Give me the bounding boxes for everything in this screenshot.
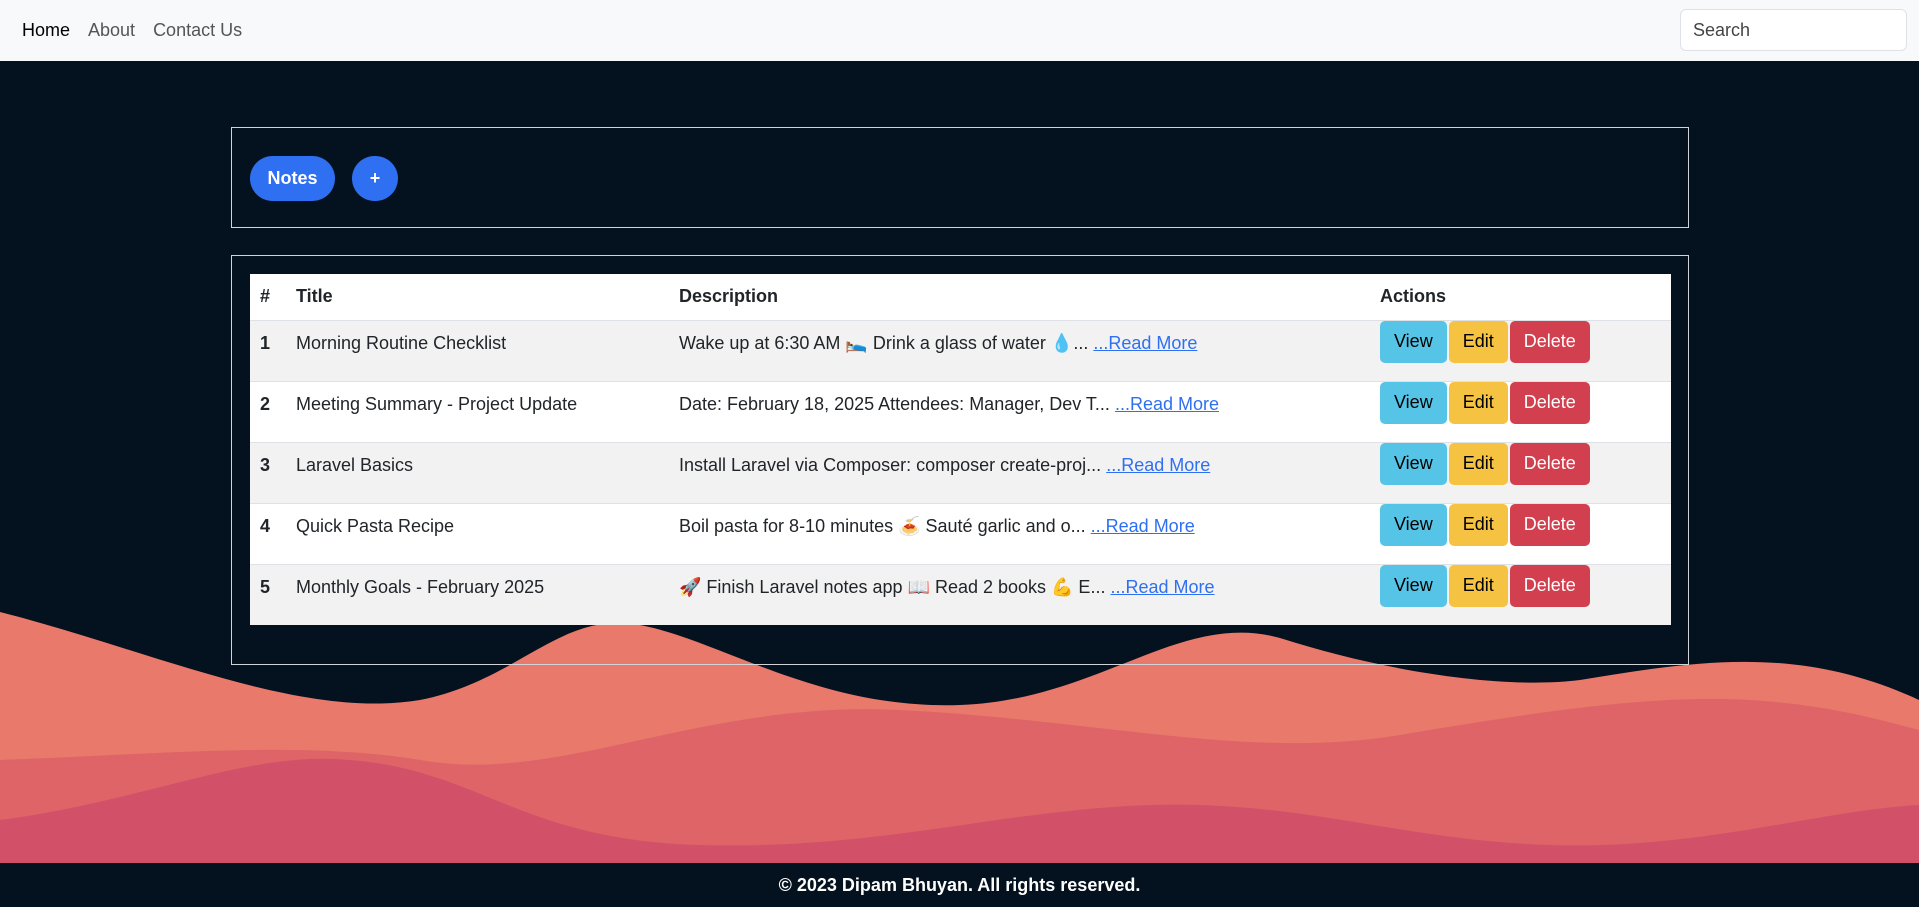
navbar: Home About Contact Us <box>0 0 1919 61</box>
table-row: 2 Meeting Summary - Project Update Date:… <box>250 381 1671 443</box>
row-actions: View Edit Delete <box>1370 442 1671 504</box>
view-button[interactable]: View <box>1380 503 1447 546</box>
notes-table-panel: # Title Description Actions 1 Morning Ro… <box>231 255 1689 665</box>
search-input[interactable] <box>1680 9 1907 51</box>
edit-button[interactable]: Edit <box>1448 442 1508 485</box>
row-number: 3 <box>250 442 286 504</box>
table-row: 3 Laravel Basics Install Laravel via Com… <box>250 442 1671 504</box>
row-actions: View Edit Delete <box>1370 564 1671 625</box>
note-description-cell: 🚀 Finish Laravel notes app 📖 Read 2 book… <box>669 564 1370 625</box>
row-number: 1 <box>250 320 286 382</box>
read-more-link[interactable]: ...Read More <box>1110 577 1214 597</box>
note-description-cell: Install Laravel via Composer: composer c… <box>669 442 1370 504</box>
note-description: Install Laravel via Composer: composer c… <box>679 454 1102 475</box>
note-description: Boil pasta for 8-10 minutes 🍝 Sauté garl… <box>679 515 1086 536</box>
row-actions: View Edit Delete <box>1370 320 1671 382</box>
view-button[interactable]: View <box>1380 381 1447 424</box>
read-more-link[interactable]: ...Read More <box>1115 394 1219 414</box>
delete-button[interactable]: Delete <box>1509 442 1590 485</box>
table-header-row: # Title Description Actions <box>250 274 1671 321</box>
row-number: 4 <box>250 503 286 565</box>
note-title: Quick Pasta Recipe <box>286 503 669 565</box>
copyright-text: © 2023 Dipam Bhuyan. All rights reserved… <box>778 874 1141 895</box>
note-description-cell: Date: February 18, 2025 Attendees: Manag… <box>669 381 1370 443</box>
read-more-link[interactable]: ...Read More <box>1106 455 1210 475</box>
note-description: 🚀 Finish Laravel notes app 📖 Read 2 book… <box>679 576 1106 597</box>
note-title: Meeting Summary - Project Update <box>286 381 669 443</box>
note-title: Monthly Goals - February 2025 <box>286 564 669 625</box>
view-button[interactable]: View <box>1380 320 1447 363</box>
delete-button[interactable]: Delete <box>1509 320 1590 363</box>
note-description: Wake up at 6:30 AM 🛌 Drink a glass of wa… <box>679 332 1089 353</box>
column-header-description: Description <box>669 274 1370 321</box>
table-row: 4 Quick Pasta Recipe Boil pasta for 8-10… <box>250 503 1671 565</box>
edit-button[interactable]: Edit <box>1448 320 1508 363</box>
edit-button[interactable]: Edit <box>1448 381 1508 424</box>
table-row: 5 Monthly Goals - February 2025 🚀 Finish… <box>250 564 1671 625</box>
notes-toolbar-panel: Notes + <box>231 127 1689 228</box>
row-number: 2 <box>250 381 286 443</box>
add-note-button[interactable]: + <box>352 156 398 201</box>
note-description-cell: Boil pasta for 8-10 minutes 🍝 Sauté garl… <box>669 503 1370 565</box>
delete-button[interactable]: Delete <box>1509 381 1590 424</box>
row-actions: View Edit Delete <box>1370 381 1671 443</box>
edit-button[interactable]: Edit <box>1448 564 1508 607</box>
table-row: 1 Morning Routine Checklist Wake up at 6… <box>250 320 1671 382</box>
edit-button[interactable]: Edit <box>1448 503 1508 546</box>
row-number: 5 <box>250 564 286 625</box>
footer: © 2023 Dipam Bhuyan. All rights reserved… <box>0 863 1919 907</box>
column-header-title: Title <box>286 274 669 321</box>
note-title: Morning Routine Checklist <box>286 320 669 382</box>
notes-table: # Title Description Actions 1 Morning Ro… <box>250 274 1671 625</box>
column-header-number: # <box>250 274 286 321</box>
note-description: Date: February 18, 2025 Attendees: Manag… <box>679 393 1110 414</box>
nav-link-home[interactable]: Home <box>22 20 70 41</box>
delete-button[interactable]: Delete <box>1509 564 1590 607</box>
read-more-link[interactable]: ...Read More <box>1093 333 1197 353</box>
nav-link-about[interactable]: About <box>88 20 135 41</box>
column-header-actions: Actions <box>1370 274 1671 321</box>
view-button[interactable]: View <box>1380 564 1447 607</box>
row-actions: View Edit Delete <box>1370 503 1671 565</box>
read-more-link[interactable]: ...Read More <box>1091 516 1195 536</box>
notes-button[interactable]: Notes <box>250 156 335 201</box>
nav-link-contact-us[interactable]: Contact Us <box>153 20 242 41</box>
note-title: Laravel Basics <box>286 442 669 504</box>
note-description-cell: Wake up at 6:30 AM 🛌 Drink a glass of wa… <box>669 320 1370 382</box>
delete-button[interactable]: Delete <box>1509 503 1590 546</box>
view-button[interactable]: View <box>1380 442 1447 485</box>
